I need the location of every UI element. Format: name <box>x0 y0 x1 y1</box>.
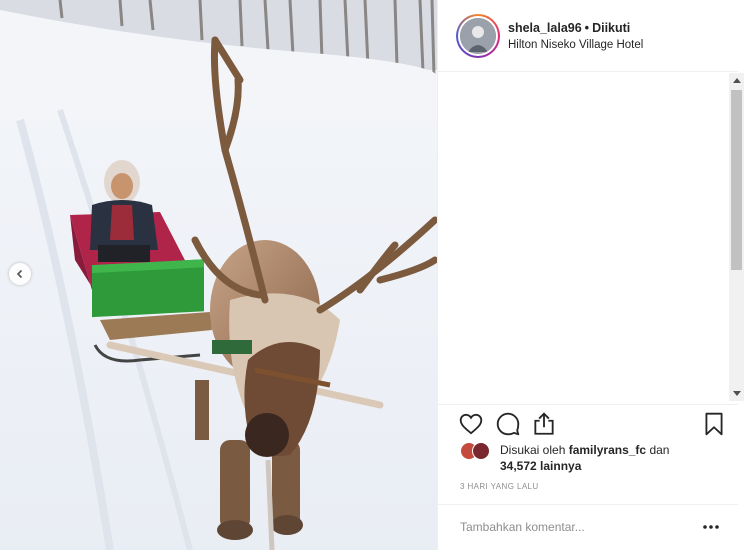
more-options-button[interactable] <box>700 519 724 535</box>
chevron-left-icon <box>16 269 23 279</box>
comment-bar <box>438 504 738 550</box>
post-header: shela_lala96 • Diikuti Hilton Niseko Villa… <box>438 0 738 72</box>
heart-icon <box>459 413 483 435</box>
action-bar <box>438 404 738 440</box>
likes-prefix: Disukai oleh <box>500 443 566 457</box>
liker-avatars[interactable] <box>460 442 496 462</box>
scroll-up-button[interactable] <box>729 73 744 87</box>
header-title: shela_lala96 • Diikuti <box>508 21 630 35</box>
avatar[interactable] <box>460 18 496 54</box>
arrow-up-icon <box>732 78 741 83</box>
scroll-thumb[interactable] <box>731 90 742 270</box>
bookmark-icon <box>705 412 723 436</box>
follow-status[interactable]: Diikuti <box>592 21 630 35</box>
likes-text: Disukai oleh familyrans_fc dan 34,572 la… <box>500 442 730 474</box>
likes-count-link[interactable]: 34,572 lainnya <box>500 459 581 473</box>
post-timestamp[interactable]: 3 HARI YANG LALU <box>460 482 539 491</box>
scroll-down-button[interactable] <box>729 387 744 401</box>
post-side-panel: shela_lala96 • Diikuti Hilton Niseko Villa… <box>437 0 745 550</box>
comment-icon <box>496 412 520 436</box>
likes-summary: Disukai oleh familyrans_fc dan 34,572 la… <box>460 441 730 475</box>
liker-username-link[interactable]: familyrans_fc <box>569 443 646 457</box>
separator-dot: • <box>584 21 590 35</box>
save-button[interactable] <box>701 411 727 437</box>
comment-input[interactable] <box>460 517 680 537</box>
username-link[interactable]: shela_lala96 <box>508 21 582 35</box>
arrow-down-icon <box>732 391 741 396</box>
liker-avatar <box>472 442 490 460</box>
likes-connector: dan <box>649 443 670 457</box>
more-options-icon <box>703 525 719 529</box>
story-ring[interactable] <box>456 14 500 58</box>
comment-button[interactable] <box>495 411 521 437</box>
post-photo <box>0 0 437 550</box>
share-button[interactable] <box>531 411 557 437</box>
location-link[interactable]: Hilton Niseko Village Hotel <box>508 39 643 51</box>
avatar-image <box>460 18 496 54</box>
scrollbar[interactable] <box>729 73 744 401</box>
reindeer-sled-image <box>0 0 437 550</box>
share-icon <box>534 412 554 435</box>
comments-area <box>438 73 728 403</box>
like-button[interactable] <box>458 411 484 437</box>
carousel-prev-button[interactable] <box>9 263 31 285</box>
